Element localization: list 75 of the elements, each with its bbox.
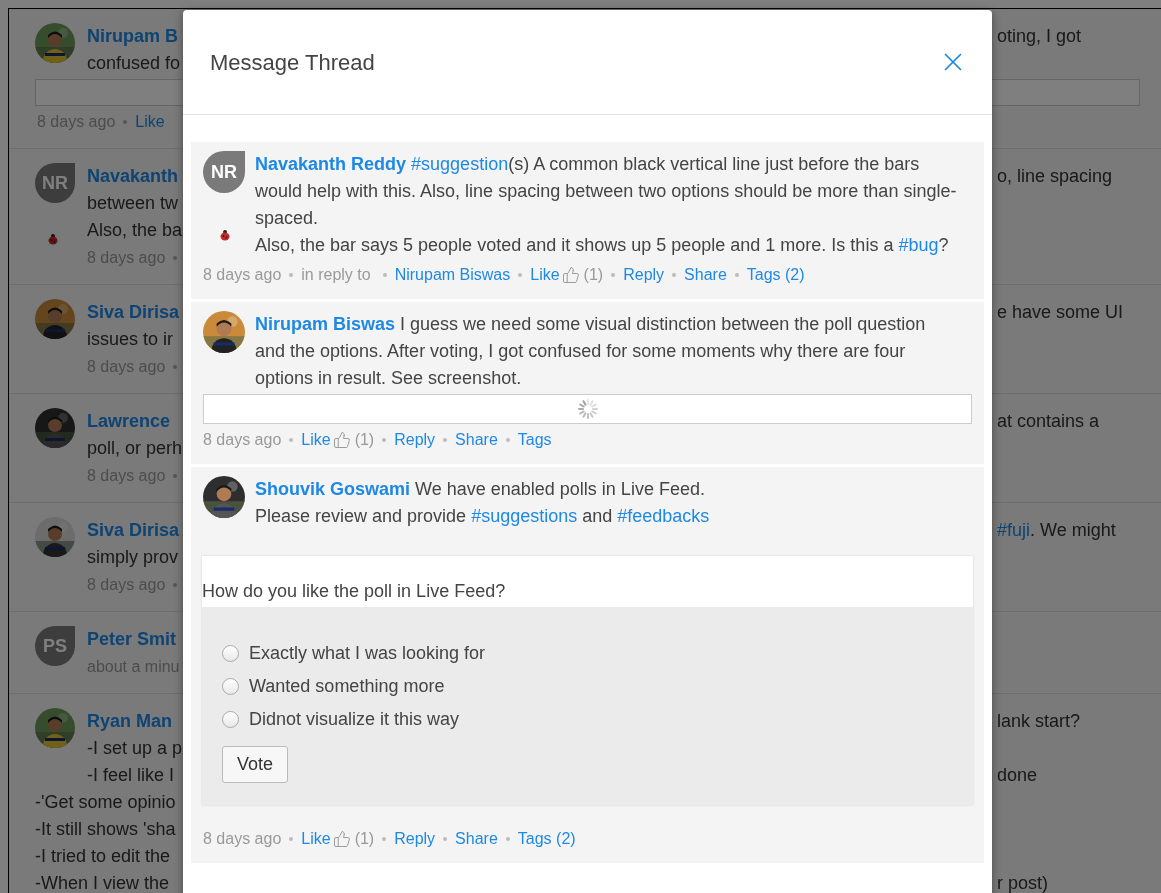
post-text: issues to ir [87, 328, 174, 351]
spinner-icon [576, 398, 599, 420]
like-link[interactable]: Like [301, 428, 331, 452]
post-text: -I feel like I [87, 764, 175, 787]
author-name[interactable]: Siva Dirisa [87, 299, 180, 326]
author-name[interactable]: Siva Dirisa [87, 517, 180, 544]
comment-text: Shouvik Goswami We have enabled polls in Live Feed. Please review and provide #suggestions and #feedbacks [255, 478, 711, 528]
option-label: Wanted something more [249, 675, 445, 698]
option-label: Didnot visualize it this way [249, 708, 460, 731]
post-text: -'Get some opinio [35, 791, 176, 814]
post-text: lank start? [997, 710, 1082, 733]
radio-button[interactable] [222, 711, 239, 728]
post-text: r post) [997, 872, 1049, 893]
post-text: #fuji. We might [997, 519, 1117, 542]
post-text: Also, the ba [87, 219, 183, 242]
author-link[interactable]: Shouvik Goswami [255, 479, 411, 499]
hashtag-link[interactable]: #suggestions [471, 506, 578, 526]
author-link[interactable]: Nirupam Biswas [255, 314, 396, 334]
author-name[interactable]: Navakanth [87, 163, 179, 190]
action-link[interactable]: Tags [517, 428, 552, 452]
like-count: (1) [583, 265, 604, 285]
post-text: -When I view the [35, 872, 170, 893]
like-count: (1) [354, 829, 375, 849]
hashtag-link[interactable]: #feedbacks [617, 506, 710, 526]
comment-text: Navakanth Reddy #suggestion(s) A common black vertical line just before the bars would help with this. Also, line spacing between two options should be more than single-spaced. Also, the bar says 5 people voted and it shows up 5 people and 1 more. Is this a #bug? [255, 153, 958, 257]
dialog-title: Message Thread [210, 48, 375, 77]
timestamp: 8 days ago [203, 430, 282, 450]
like-link[interactable]: Like [530, 263, 560, 287]
post-text: at contains a [997, 410, 1101, 433]
author-name[interactable]: Peter Smit [87, 626, 177, 653]
hashtag-link[interactable]: #suggestion [411, 154, 509, 174]
action-link[interactable]: Share [455, 827, 498, 851]
post-text: -I set up a p [87, 737, 183, 760]
author-name[interactable]: Nirupam B [87, 23, 178, 50]
vote-button[interactable]: Vote [222, 746, 289, 783]
poll-question: How do you like the poll in Live Feed? [202, 580, 506, 603]
action-link[interactable]: Tags (2) [746, 263, 805, 287]
avatar: PS [35, 626, 75, 666]
author-link[interactable]: Navakanth Reddy [255, 154, 407, 174]
post-text: -It still shows 'sha [35, 818, 176, 841]
avatar: NR [203, 151, 245, 193]
radio-button[interactable] [222, 678, 239, 695]
avatar: NR [35, 163, 75, 203]
thumbs-up-icon[interactable] [332, 431, 351, 449]
like-link[interactable]: Like [135, 110, 165, 134]
post-text: done [997, 764, 1039, 787]
hashtag-link[interactable]: #fuji [997, 520, 1031, 540]
action-link[interactable]: Nirupam Biswas [394, 263, 511, 287]
post-text: e have some UI [997, 301, 1125, 324]
thumbs-up-icon[interactable] [561, 266, 580, 284]
reply-label: in reply to [301, 265, 371, 285]
action-link[interactable]: Share [455, 428, 498, 452]
action-link[interactable]: Reply [623, 263, 665, 287]
option-label: Exactly what I was looking for [249, 642, 486, 665]
action-link[interactable]: Reply [394, 827, 436, 851]
author-name[interactable]: Ryan Man [87, 708, 173, 735]
post-text: oting, I got [997, 25, 1083, 48]
post-text: simply prov [87, 546, 179, 569]
timestamp: 8 days ago [203, 829, 282, 849]
post-text: poll, or perh [87, 437, 183, 460]
radio-button[interactable] [222, 645, 239, 662]
post-text: o, line spacing [997, 165, 1114, 188]
author-name[interactable]: Lawrence [87, 408, 171, 435]
like-link[interactable]: Like [301, 827, 331, 851]
like-count: (1) [354, 430, 375, 450]
hashtag-link[interactable]: #bug [898, 235, 939, 255]
post-text: confused fo [87, 52, 181, 75]
thumbs-up-icon[interactable] [332, 830, 351, 848]
action-link[interactable]: Share [684, 263, 727, 287]
comment-text: Nirupam Biswas I guess we need some visual distinction between the poll question and the options. After voting, I got confused for some moments why there are four options in result. See screenshot. [255, 313, 927, 390]
post-text: between tw [87, 192, 179, 215]
post-text: -I tried to edit the [35, 845, 171, 868]
action-link[interactable]: Reply [394, 428, 436, 452]
timestamp: 8 days ago [203, 265, 282, 285]
action-link[interactable]: Tags (2) [517, 827, 576, 851]
